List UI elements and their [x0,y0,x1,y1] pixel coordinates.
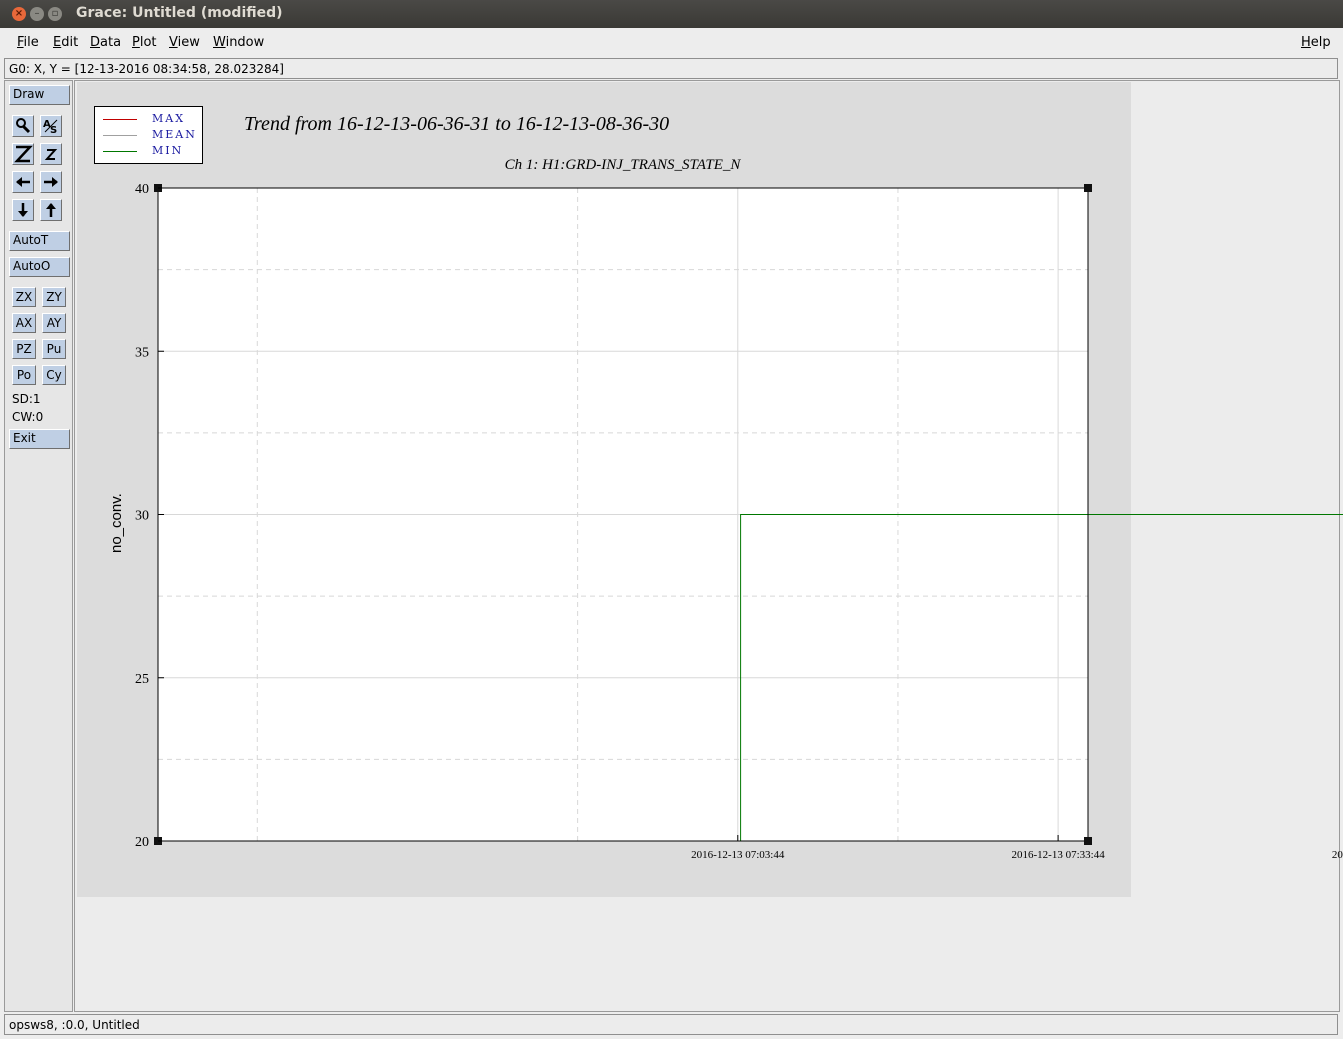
status-text: opsws8, :0.0, Untitled [9,1018,140,1032]
legend-label-mean: MEAN [152,128,197,141]
y-axis-label: no_conv. [108,493,125,553]
legend-label-max: MAX [152,112,186,125]
legend-entry-min: MIN [103,144,203,158]
legend-label-min: MIN [152,144,184,157]
x-tick-label: 2016-12-13 07:33:44 [1012,849,1106,861]
legend[interactable]: MAX MEAN MIN [94,106,203,164]
legend-line-min [103,151,137,152]
selection-handle[interactable] [1084,837,1092,845]
legend-entry-mean: MEAN [103,128,203,142]
legend-line-mean [103,135,137,136]
x-tick-label: 2016-12-13 08:03:44 [1332,849,1343,861]
y-tick-label: 20 [135,835,149,850]
plot-subtitle: Ch 1: H1:GRD-INJ_TRANS_STATE_N [504,157,741,173]
y-tick-label: 35 [135,345,149,360]
selection-handle[interactable] [1084,184,1092,192]
status-bar: opsws8, :0.0, Untitled [4,1014,1338,1035]
y-tick-label: 40 [135,182,149,197]
legend-line-max [103,119,137,120]
plot-title: Trend from 16-12-13-06-36-31 to 16-12-13… [244,113,670,135]
y-tick-label: 25 [135,672,149,687]
x-tick-label: 2016-12-13 07:03:44 [691,849,785,861]
y-tick-label: 30 [135,509,149,524]
legend-entry-max: MAX [103,112,203,126]
